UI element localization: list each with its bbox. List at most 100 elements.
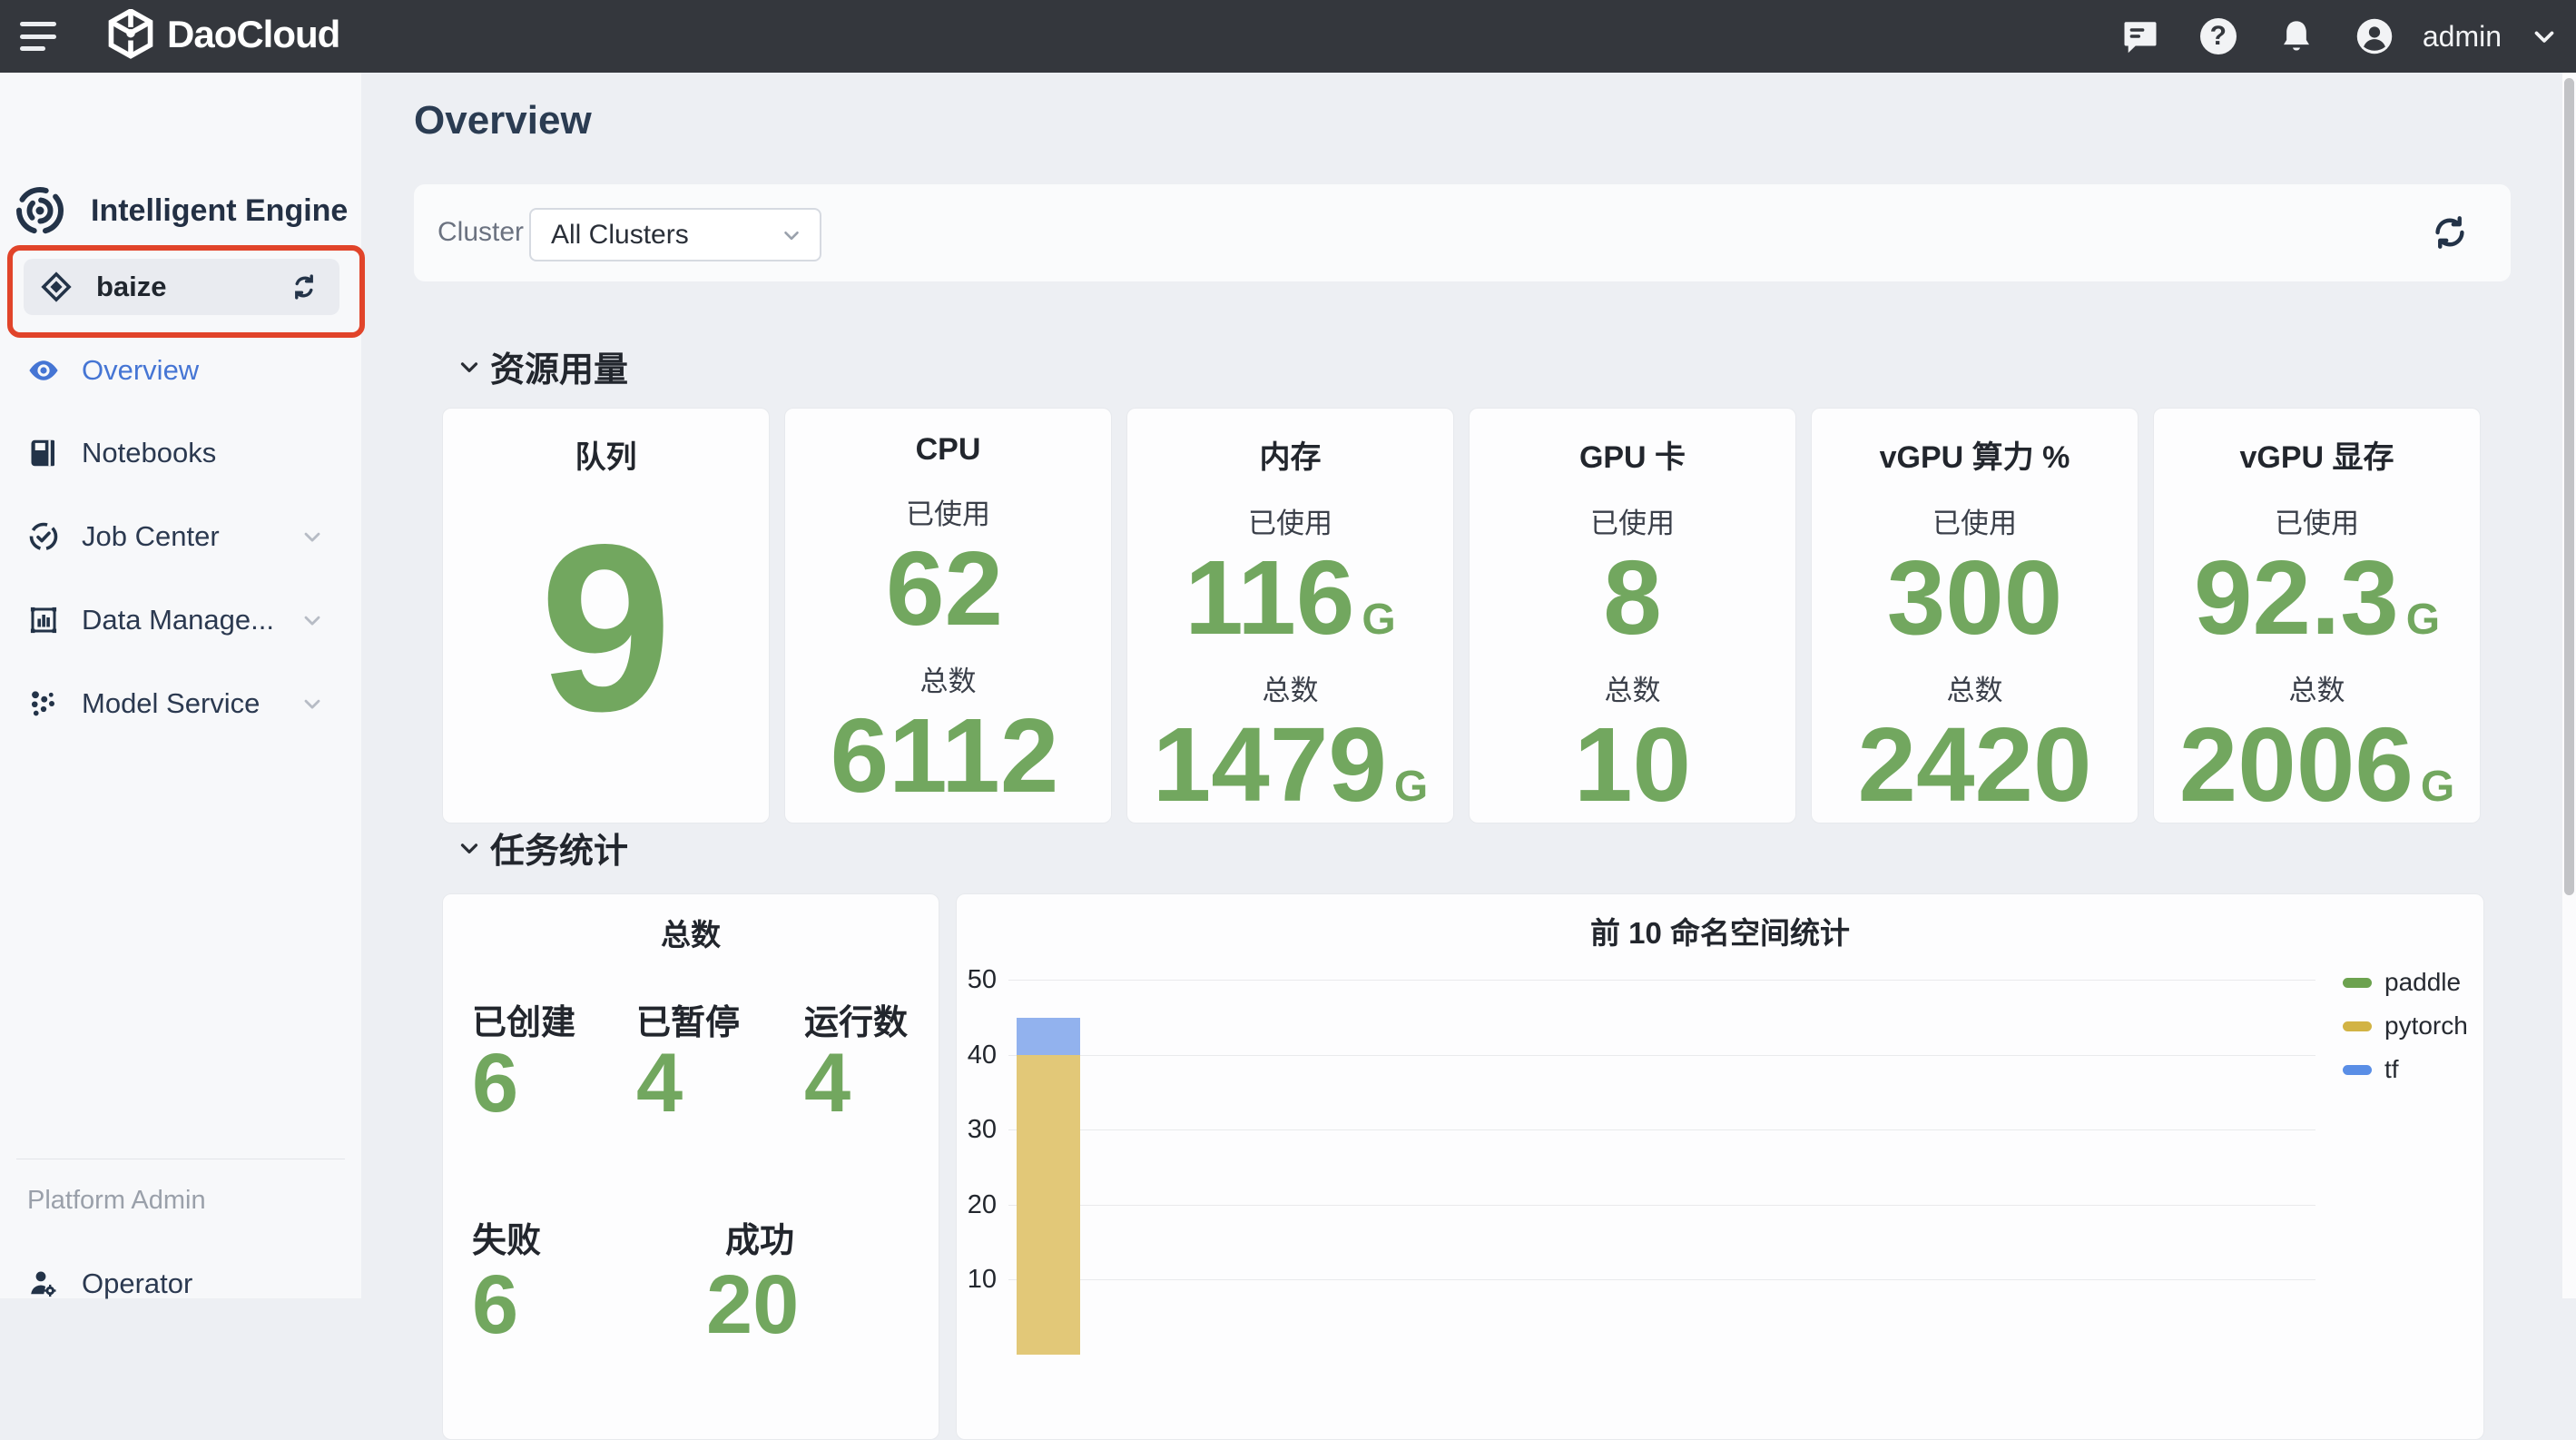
section-chevron-icon[interactable] [456,834,483,862]
operator-user-gear-icon [27,1267,60,1300]
legend-swatch [2343,1021,2372,1031]
total-value: 2420 [1857,708,2091,822]
legend-item-paddle[interactable]: paddle [2343,969,2468,996]
eye-icon [27,354,60,387]
refresh-icon[interactable] [2429,212,2471,253]
stat-card-memory: 内存 已使用 116G 总数 1479G [1126,408,1454,824]
daocloud-cube-icon [107,9,154,60]
sidebar-item-notebooks[interactable]: Notebooks [0,425,361,481]
user-menu-chevron-icon[interactable] [2529,21,2560,52]
sidebar-item-label: Data Manage... [82,604,300,636]
username-label: admin [2423,20,2502,54]
sidebar-item-label: Operator [82,1267,361,1300]
chevron-down-icon[interactable] [300,691,325,716]
sidebar-item-data-management[interactable]: Data Manage... [0,592,361,648]
y-axis-tick: 50 [957,965,997,995]
stat-card-title: vGPU 显存 [2239,432,2394,477]
legend-item-tf[interactable]: tf [2343,1056,2468,1083]
section-chevron-icon[interactable] [456,353,483,380]
scrollbar[interactable] [2562,73,2576,1298]
task-stat-value: 6 [472,1263,518,1346]
legend-item-pytorch[interactable]: pytorch [2343,1012,2468,1040]
task-stat-value: 20 [706,1263,799,1346]
section-tasks-header[interactable]: 任务统计 [456,823,628,873]
legend-label: pytorch [2384,1011,2468,1041]
total-value: 6112 [831,699,1067,813]
page-title: Overview [414,98,592,143]
stat-card-vgpu-compute: vGPU 算力 % 已使用 300 总数 2420 [1811,408,2138,824]
product-name: Intelligent Engine [91,193,348,229]
workspace-name: baize [96,271,289,303]
task-stat-value: 4 [804,1041,850,1125]
main-content: Overview Cluster All Clusters 资源用量 队列 9 [361,73,2576,1298]
used-value: 92.3G [2194,541,2440,655]
stat-card-title: 队列 [575,432,637,477]
chevron-down-icon[interactable] [300,607,325,633]
used-label: 已使用 [2275,500,2359,541]
stat-card-title: 内存 [1260,432,1322,477]
task-stat-label: 成功 [725,1212,794,1262]
stat-value: 9 [540,509,673,747]
feedback-chat-icon[interactable] [2121,17,2159,55]
used-value: 300 [1887,541,2063,655]
bar-segment-pytorch[interactable] [1017,1055,1080,1355]
product-header: Intelligent Engine [13,183,348,238]
section-title: 资源用量 [490,341,628,391]
used-value: 62 [886,532,1010,646]
legend-swatch [2343,978,2372,988]
stat-card-title: CPU [916,432,981,468]
scrollbar-thumb[interactable] [2564,78,2574,895]
gridline [1008,1055,2315,1056]
stat-card-queue: 队列 9 [442,408,770,824]
sidebar-item-operator[interactable]: Operator [0,1256,361,1312]
namespace-chart-card: 前 10 命名空间统计 50 40 30 20 10 paddle pytorc… [956,893,2484,1440]
sidebar-item-job-center[interactable]: Job Center [0,508,361,565]
y-axis-tick: 20 [957,1190,997,1220]
bar-segment-tf[interactable] [1017,1018,1080,1055]
resource-cards-row: 队列 9 CPU 已使用 62 总数 6112 内存 已使用 116G 总数 1… [442,408,2481,805]
stacked-bar[interactable] [1017,980,1080,1355]
workspace-selector[interactable]: baize [24,259,339,315]
chevron-down-icon[interactable] [300,524,325,549]
task-stat-label: 失败 [472,1212,541,1262]
sidebar-item-overview[interactable]: Overview [0,342,361,399]
used-label: 已使用 [1590,500,1675,541]
stat-card-gpu: GPU 卡 已使用 8 总数 10 [1469,408,1796,824]
sidebar-item-model-service[interactable]: Model Service [0,676,361,732]
stat-card-title: vGPU 算力 % [1880,432,2070,477]
platform-admin-label: Platform Admin [27,1186,206,1216]
used-value: 116G [1185,541,1395,655]
stat-card-title: GPU 卡 [1579,432,1686,477]
help-icon[interactable]: ? [2199,17,2237,55]
y-axis-tick: 10 [957,1265,997,1295]
menu-hamburger-icon[interactable] [20,22,56,51]
stat-card-vgpu-memory: vGPU 显存 已使用 92.3G 总数 2006G [2153,408,2481,824]
brand-logo[interactable]: DaoCloud [107,9,339,60]
used-label: 已使用 [1248,500,1332,541]
y-axis-tick: 40 [957,1041,997,1070]
chart-title: 前 10 命名空间统计 [957,909,2483,952]
gridline [1008,1205,2315,1206]
switch-workspace-icon[interactable] [289,271,320,302]
section-resources-header[interactable]: 资源用量 [456,341,628,391]
stat-card-cpu: CPU 已使用 62 总数 6112 [784,408,1112,824]
notification-bell-icon[interactable] [2277,17,2315,55]
user-avatar[interactable] [2355,17,2394,55]
total-label: 总数 [1605,667,1661,708]
model-nodes-icon [27,687,60,720]
used-label: 已使用 [1932,500,2017,541]
task-stat-value: 4 [636,1041,683,1125]
sidebar-item-label: Notebooks [82,437,361,469]
brand-name: DaoCloud [167,13,339,56]
cluster-select[interactable]: All Clusters [529,208,821,261]
total-label: 总数 [1263,667,1319,708]
chart-legend: paddle pytorch tf [2343,969,2468,1083]
total-value: 10 [1574,708,1691,822]
total-label: 总数 [2289,667,2345,708]
data-chart-icon [27,604,60,636]
total-label: 总数 [920,658,977,699]
sidebar: Intelligent Engine baize [0,73,361,1298]
total-label: 总数 [1947,667,2003,708]
baize-module-icon [40,271,73,303]
cluster-select-value: All Clusters [551,220,780,251]
